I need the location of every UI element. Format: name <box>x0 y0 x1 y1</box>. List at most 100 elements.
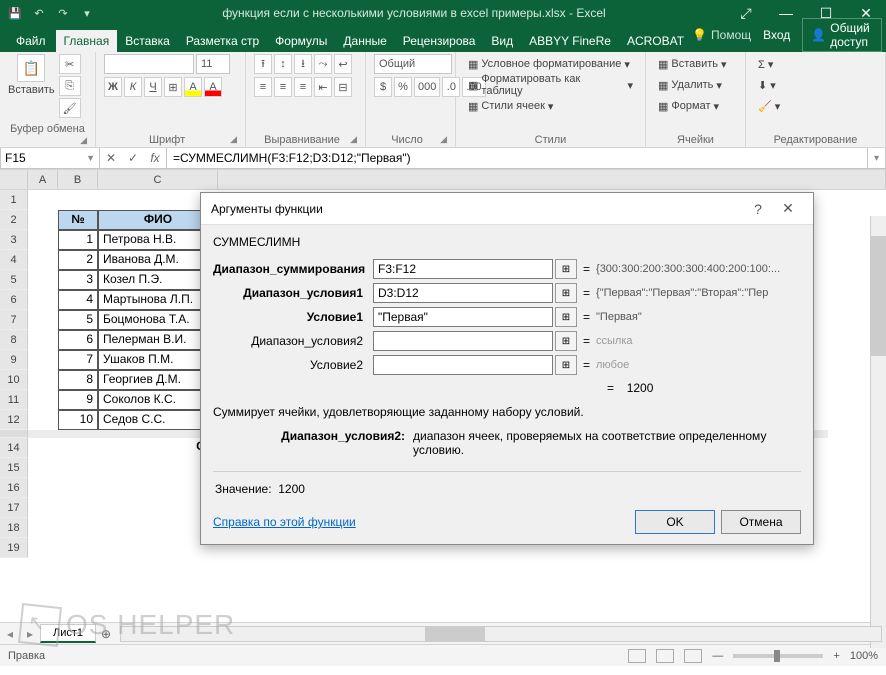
dialog-help-icon[interactable]: ? <box>743 201 773 217</box>
row-header[interactable] <box>0 430 28 438</box>
cell[interactable]: 9 <box>58 390 98 410</box>
row-header[interactable]: 11 <box>0 390 28 410</box>
bold-button[interactable]: Ж <box>104 77 122 97</box>
row-header[interactable]: 3 <box>0 230 28 250</box>
row-header[interactable]: 2 <box>0 210 28 230</box>
chevron-down-icon[interactable]: ▼ <box>86 153 95 163</box>
row-header[interactable]: 12 <box>0 410 28 430</box>
horizontal-scrollbar[interactable] <box>120 626 882 642</box>
qat-redo-icon[interactable]: ↷ <box>52 2 74 24</box>
cancel-formula-icon[interactable]: ✕ <box>100 151 122 165</box>
tab-review[interactable]: Рецензирова <box>395 30 484 52</box>
sheet-nav-next-icon[interactable]: ▸ <box>20 627 40 641</box>
zoom-in-icon[interactable]: + <box>833 650 839 662</box>
tab-data[interactable]: Данные <box>335 30 394 52</box>
col-header[interactable]: B <box>58 170 98 189</box>
insert-cells-button[interactable]: ▦ Вставить ▾ <box>654 54 731 74</box>
font-family-select[interactable] <box>104 54 194 74</box>
tab-file[interactable]: Файл <box>6 30 56 52</box>
tab-abbyy[interactable]: ABBYY FineRe <box>521 30 619 52</box>
row-header[interactable]: 1 <box>0 190 28 210</box>
cell[interactable]: 5 <box>58 310 98 330</box>
tab-insert[interactable]: Вставка <box>117 30 178 52</box>
arg-input[interactable] <box>373 355 553 375</box>
arg-input[interactable] <box>373 283 553 303</box>
align-right-icon[interactable]: ≡ <box>294 77 312 97</box>
format-cells-button[interactable]: ▦ Формат ▾ <box>654 96 723 116</box>
row-header[interactable]: 4 <box>0 250 28 270</box>
dialog-launcher-icon[interactable]: ◢ <box>350 134 357 145</box>
zoom-level[interactable]: 100% <box>850 650 878 662</box>
italic-button[interactable]: К <box>124 77 142 97</box>
cell-styles-button[interactable]: ▦ Стили ячеек ▾ <box>464 96 557 116</box>
formula-input[interactable]: =СУММЕСЛИМН(F3:F12;D3:D12;"Первая") <box>167 148 868 169</box>
tab-home[interactable]: Главная <box>56 30 118 52</box>
dialog-launcher-icon[interactable]: ◢ <box>440 134 447 145</box>
clear-icon[interactable]: 🧹 ▾ <box>754 96 784 116</box>
range-picker-icon[interactable]: ⊞ <box>555 283 577 303</box>
dialog-launcher-icon[interactable]: ◢ <box>230 134 237 145</box>
indent-decrease-icon[interactable]: ⇤ <box>314 77 332 97</box>
underline-button[interactable]: Ч <box>144 77 162 97</box>
number-format-select[interactable]: Общий <box>374 54 452 74</box>
conditional-formatting-button[interactable]: ▦ Условное форматирование ▾ <box>464 54 634 74</box>
normal-view-icon[interactable] <box>628 649 646 663</box>
format-as-table-button[interactable]: ▦ Форматировать как таблицу ▾ <box>464 75 637 95</box>
arg-input[interactable] <box>373 331 553 351</box>
arg-input[interactable] <box>373 307 553 327</box>
formula-expand-icon[interactable]: ▾ <box>868 148 886 169</box>
cell[interactable]: № <box>58 210 98 230</box>
tab-acrobat[interactable]: ACROBAT <box>619 30 692 52</box>
zoom-slider[interactable] <box>733 654 823 658</box>
cell[interactable]: 3 <box>58 270 98 290</box>
share-button[interactable]: 👤 Общий доступ <box>802 18 882 52</box>
range-picker-icon[interactable]: ⊞ <box>555 355 577 375</box>
select-all-corner[interactable] <box>0 170 28 189</box>
cell[interactable]: 10 <box>58 410 98 430</box>
range-picker-icon[interactable]: ⊞ <box>555 307 577 327</box>
col-header[interactable]: C <box>98 170 218 189</box>
col-header[interactable]: A <box>28 170 58 189</box>
row-header[interactable]: 5 <box>0 270 28 290</box>
tell-me[interactable]: 💡 Помощ <box>692 28 751 42</box>
row-header[interactable]: 6 <box>0 290 28 310</box>
tab-formulas[interactable]: Формулы <box>267 30 335 52</box>
range-picker-icon[interactable]: ⊞ <box>555 331 577 351</box>
arg-input[interactable] <box>373 259 553 279</box>
col-header[interactable] <box>218 170 886 189</box>
border-button[interactable]: ⊞ <box>164 77 182 97</box>
sheet-nav-prev-icon[interactable]: ◂ <box>0 627 20 641</box>
enter-formula-icon[interactable]: ✓ <box>122 151 144 165</box>
cell[interactable]: 1 <box>58 230 98 250</box>
align-top-icon[interactable]: ⭱ <box>254 54 272 74</box>
tab-layout[interactable]: Разметка стр <box>178 30 267 52</box>
page-break-view-icon[interactable] <box>684 649 702 663</box>
font-color-button[interactable]: A <box>204 77 222 97</box>
vertical-scrollbar[interactable] <box>870 216 886 648</box>
qat-save-icon[interactable]: 💾 <box>4 2 26 24</box>
row-header[interactable]: 10 <box>0 370 28 390</box>
paste-button[interactable]: 📋 Вставить <box>8 54 55 96</box>
wrap-text-icon[interactable]: ↩ <box>334 54 352 74</box>
fx-icon[interactable]: fx <box>144 151 166 165</box>
row-header[interactable]: 14 <box>0 438 28 458</box>
format-painter-icon[interactable]: 🖌 <box>59 98 81 118</box>
cancel-button[interactable]: Отмена <box>721 510 801 534</box>
autosum-icon[interactable]: Σ ▾ <box>754 54 777 74</box>
align-left-icon[interactable]: ≡ <box>254 77 272 97</box>
font-size-select[interactable]: 11 <box>196 54 230 74</box>
qat-customize-icon[interactable]: ▾ <box>76 2 98 24</box>
copy-icon[interactable]: ⎘ <box>59 76 81 96</box>
cell[interactable]: 4 <box>58 290 98 310</box>
percent-icon[interactable]: % <box>394 77 412 97</box>
name-box[interactable]: F15▼ <box>0 148 100 169</box>
row-header[interactable]: 8 <box>0 330 28 350</box>
cell[interactable]: 7 <box>58 350 98 370</box>
align-center-icon[interactable]: ≡ <box>274 77 292 97</box>
row-header[interactable]: 17 <box>0 498 28 518</box>
cell[interactable]: 2 <box>58 250 98 270</box>
align-middle-icon[interactable]: ↕ <box>274 54 292 74</box>
fill-icon[interactable]: ⬇ ▾ <box>754 75 780 95</box>
sheet-tab[interactable]: Лист1 <box>40 624 96 643</box>
orientation-icon[interactable]: ⤳ <box>314 54 332 74</box>
